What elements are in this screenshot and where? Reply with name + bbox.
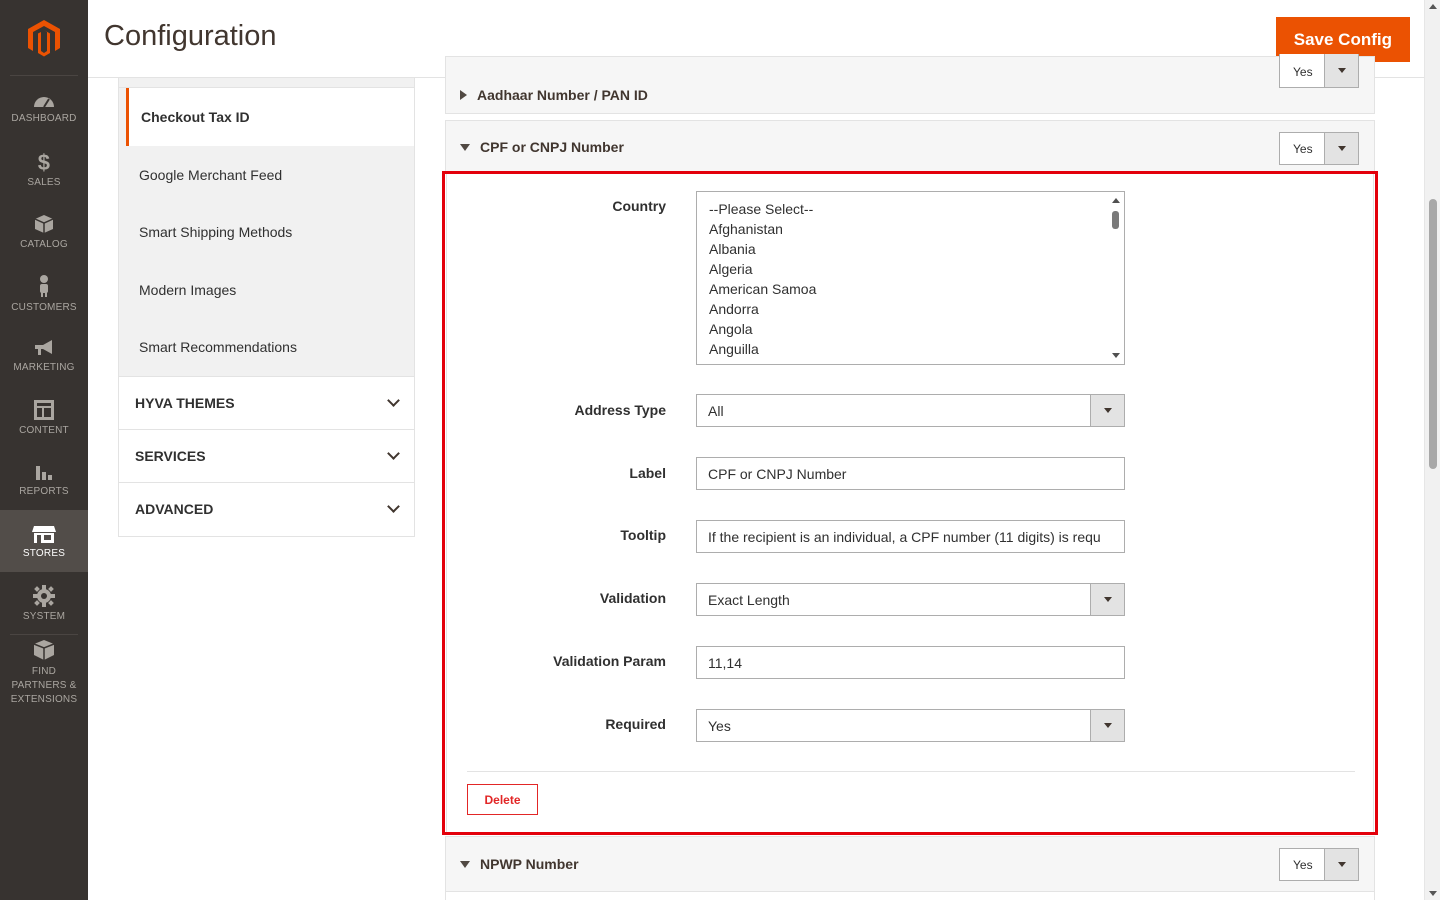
select-toggle[interactable] [1324,133,1358,164]
section-enable-select[interactable]: Yes [1279,848,1359,881]
store-icon [32,525,56,543]
section-aadhaar[interactable]: Aadhaar Number / PAN ID Yes [445,54,1375,114]
tab-modern-images[interactable]: Modern Images [119,261,414,319]
nav-item-marketing[interactable]: MARKETING [0,324,88,386]
chevron-down-icon [387,500,400,514]
caret-down-icon [1337,146,1346,151]
tab-group-hyva-themes[interactable]: HYVA THEMES [118,376,415,430]
section-title: NPWP Number [480,856,579,872]
nav-item-partners[interactable]: FIND PARTNERS & EXTENSIONS [0,635,88,711]
tab-checkout-tax-id[interactable]: Checkout Tax ID [126,88,414,146]
scroll-down-icon[interactable] [1429,891,1437,896]
nav-label-marketing: MARKETING [13,361,75,373]
section-title: Aadhaar Number / PAN ID [477,86,648,103]
section-title: CPF or CNPJ Number [480,139,624,155]
dollar-icon: $ [38,151,50,173]
gear-icon [33,584,55,607]
tab-smart-shipping-methods[interactable]: Smart Shipping Methods [119,204,414,262]
chevron-down-icon [387,446,400,460]
nav-label-partners: FIND PARTNERS & EXTENSIONS [10,666,78,705]
nav-label-stores: STORES [22,547,66,559]
admin-nav: DASHBOARD $ SALES CATALOG CUSTOMERS MARK… [0,0,88,900]
person-icon [40,274,48,297]
nav-label-catalog: CATALOG [20,238,68,250]
select-value: Yes [1293,141,1313,156]
tab-group-advanced[interactable]: ADVANCED [118,483,415,537]
nav-item-system[interactable]: SYSTEM [0,572,88,634]
dashboard-icon [34,96,54,108]
bar-chart-icon [36,465,52,480]
page-title: Configuration [104,20,277,52]
nav-label-customers: CUSTOMERS [11,301,77,313]
tab-smart-recommendations[interactable]: Smart Recommendations [119,319,414,377]
select-value: Yes [1293,64,1313,79]
nav-item-catalog[interactable]: CATALOG [0,200,88,262]
highlight-frame [442,171,1378,835]
page-scrollbar[interactable] [1424,0,1440,900]
cube-icon [34,214,54,233]
magento-logo[interactable] [10,0,78,76]
nav-label-reports: REPORTS [19,485,69,497]
box-icon [33,640,55,660]
nav-item-sales[interactable]: $ SALES [0,138,88,200]
section-npwp-body [445,891,1375,900]
svg-text:$: $ [38,151,50,173]
megaphone-icon [35,339,52,355]
nav-label-sales: SALES [27,176,61,188]
chevron-down-icon [387,393,400,407]
section-cpf-cnpj[interactable]: CPF or CNPJ Number Yes [445,120,1375,174]
select-toggle[interactable] [1324,54,1358,87]
select-value: Yes [1293,857,1313,872]
section-enable-select[interactable]: Yes [1279,132,1359,165]
nav-item-content[interactable]: CONTENT [0,386,88,448]
section-npwp[interactable]: NPWP Number Yes [445,836,1375,892]
nav-label-system: SYSTEM [22,610,66,622]
tab-google-merchant-feed[interactable]: Google Merchant Feed [119,146,414,204]
expand-arrow-icon [460,89,467,100]
scroll-thumb[interactable] [1429,199,1437,469]
config-tabs: Checkout Tax ID Google Merchant Feed Sma… [118,88,415,537]
magento-logo-icon [28,19,60,56]
caret-down-icon [1337,862,1346,867]
nav-item-reports[interactable]: REPORTS [0,448,88,510]
collapse-arrow-icon [460,860,470,868]
tab-group-label: SERVICES [135,447,206,464]
nav-item-customers[interactable]: CUSTOMERS [0,262,88,324]
nav-item-stores[interactable]: STORES [0,510,88,572]
layout-icon [34,399,54,420]
caret-down-icon [1337,68,1346,73]
collapse-arrow-icon [460,143,470,151]
nav-item-dashboard[interactable]: DASHBOARD [0,76,88,138]
tabs-top-strip [118,78,415,88]
nav-label-dashboard: DASHBOARD [11,112,77,124]
scroll-up-icon[interactable] [1429,4,1437,9]
section-enable-select[interactable]: Yes [1279,54,1359,88]
tab-submenu: Checkout Tax ID Google Merchant Feed Sma… [118,88,415,376]
select-toggle[interactable] [1324,849,1358,880]
tab-group-label: ADVANCED [135,501,214,518]
tab-group-label: HYVA THEMES [135,394,235,411]
nav-label-content: CONTENT [19,424,69,436]
tab-group-services[interactable]: SERVICES [118,429,415,483]
